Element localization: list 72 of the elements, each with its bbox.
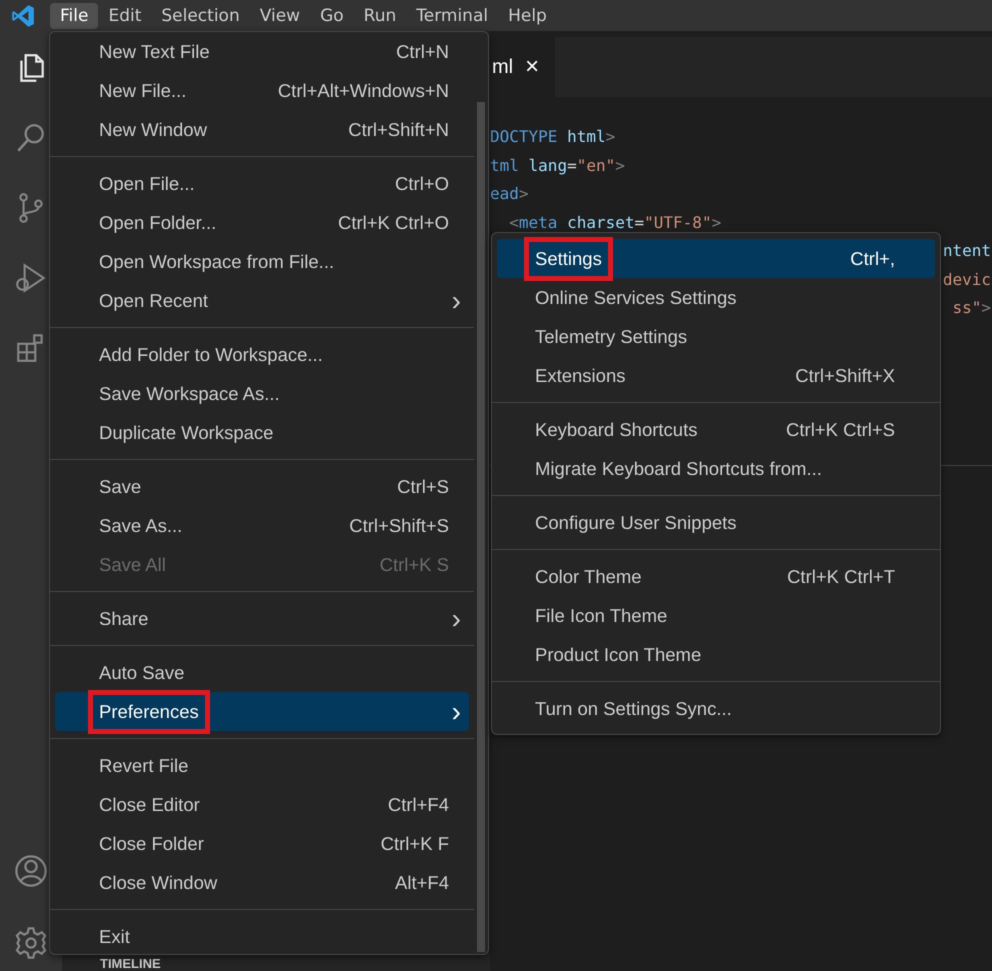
menu-bar-item[interactable]: Run xyxy=(354,2,406,28)
menu-item[interactable]: New Text File Ctrl+N xyxy=(55,32,469,71)
menu-item[interactable]: Turn on Settings Sync... xyxy=(497,689,935,728)
code-line: tml lang="en"> xyxy=(490,154,625,176)
run-debug-icon[interactable] xyxy=(14,261,48,295)
shortcut: Ctrl+S xyxy=(397,476,449,498)
settings-icon[interactable] xyxy=(13,925,49,961)
code-line: ss"> xyxy=(952,297,991,319)
code-line: <meta charset="UTF-8"> xyxy=(508,212,722,234)
menu-item[interactable]: Save Workspace As... xyxy=(55,374,469,413)
scrollbar[interactable] xyxy=(477,102,485,952)
shortcut: Ctrl+Shift+S xyxy=(349,514,449,536)
menu-item[interactable]: Extensions Ctrl+Shift+X xyxy=(497,356,935,395)
menu-item[interactable]: Close Window Alt+F4 xyxy=(55,863,469,902)
menu-item[interactable]: Duplicate Workspace xyxy=(55,413,469,452)
chevron-icon: › xyxy=(452,698,461,726)
menu-item[interactable]: Add Folder to Workspace... xyxy=(55,335,469,374)
shortcut: Ctrl+Alt+Windows+N xyxy=(278,80,449,102)
menu-item[interactable]: Open Recent › xyxy=(55,281,469,320)
menu-bar-item[interactable]: View xyxy=(250,2,310,28)
menu-bar-item[interactable]: Terminal xyxy=(406,2,498,28)
menu-bar-item[interactable]: Go xyxy=(310,2,354,28)
code-line: ntent xyxy=(942,240,991,262)
menu-item[interactable]: New File... Ctrl+Alt+Windows+N xyxy=(55,71,469,110)
menu-item[interactable]: Open Folder... Ctrl+K Ctrl+O xyxy=(55,203,469,242)
menu-item[interactable]: Exit xyxy=(55,917,469,956)
logo-icon xyxy=(10,2,36,28)
menu-item[interactable]: Migrate Keyboard Shortcuts from... xyxy=(497,449,935,488)
timeline-section[interactable]: TIMELINE xyxy=(100,957,161,971)
code-line: devic xyxy=(942,268,991,290)
menu-bar-item[interactable]: Selection xyxy=(151,2,250,28)
shortcut: Ctrl+K Ctrl+O xyxy=(338,212,449,234)
menu-item[interactable]: Online Services Settings xyxy=(497,278,935,317)
code-line: ead> xyxy=(490,183,529,205)
menu-item[interactable]: Telemetry Settings xyxy=(497,317,935,356)
menu-item[interactable]: Auto Save xyxy=(55,653,469,692)
menu-item[interactable]: Open File... Ctrl+O xyxy=(55,164,469,203)
shortcut: Ctrl+K Ctrl+S xyxy=(786,418,895,440)
chevron-icon: › xyxy=(452,604,461,632)
menu-item[interactable]: Save As... Ctrl+Shift+S xyxy=(55,506,469,545)
menu-item[interactable]: Save Ctrl+S xyxy=(55,467,469,506)
shortcut: Alt+F4 xyxy=(395,872,449,894)
menu-bar-item[interactable]: Help xyxy=(498,2,557,28)
menu-item[interactable]: Revert File xyxy=(55,746,469,785)
menu-item[interactable]: Share › xyxy=(55,599,469,638)
menu-item[interactable]: New Window Ctrl+Shift+N xyxy=(55,110,469,149)
close-icon[interactable]: × xyxy=(525,53,540,81)
menu-item[interactable]: File Icon Theme xyxy=(497,596,935,635)
menu-item[interactable]: Close Editor Ctrl+F4 xyxy=(55,785,469,824)
menu-item[interactable]: Configure User Snippets xyxy=(497,503,935,542)
shortcut: Ctrl+Shift+X xyxy=(795,364,895,386)
menu-item[interactable]: Open Workspace from File... xyxy=(55,242,469,281)
menu-item[interactable]: Preferences › xyxy=(55,692,469,731)
chevron-icon: › xyxy=(452,286,461,314)
menu-bar-item[interactable]: File xyxy=(50,2,98,28)
editor-tab[interactable]: ml × xyxy=(490,37,556,97)
menu-item[interactable]: Close Folder Ctrl+K F xyxy=(55,824,469,863)
menu-bar-item[interactable]: Edit xyxy=(98,2,152,28)
shortcut: Ctrl+O xyxy=(395,172,449,194)
menu-item[interactable]: Product Icon Theme xyxy=(497,635,935,674)
account-icon[interactable] xyxy=(13,853,49,889)
shortcut: Ctrl+N xyxy=(396,40,449,62)
menu-item[interactable]: Color Theme Ctrl+K Ctrl+T xyxy=(497,557,935,596)
menu-item[interactable]: Keyboard Shortcuts Ctrl+K Ctrl+S xyxy=(497,410,935,449)
menu-item[interactable]: Settings Ctrl+, xyxy=(497,239,935,278)
shortcut: Ctrl+K Ctrl+T xyxy=(787,566,895,588)
code-line: DOCTYPE html> xyxy=(490,126,616,148)
shortcut: Ctrl+Shift+N xyxy=(348,118,449,140)
shortcut: Ctrl+F4 xyxy=(388,794,449,816)
shortcut: Ctrl+K S xyxy=(380,554,449,576)
shortcut: Ctrl+K F xyxy=(380,832,449,854)
shortcut: Ctrl+, xyxy=(850,248,895,270)
